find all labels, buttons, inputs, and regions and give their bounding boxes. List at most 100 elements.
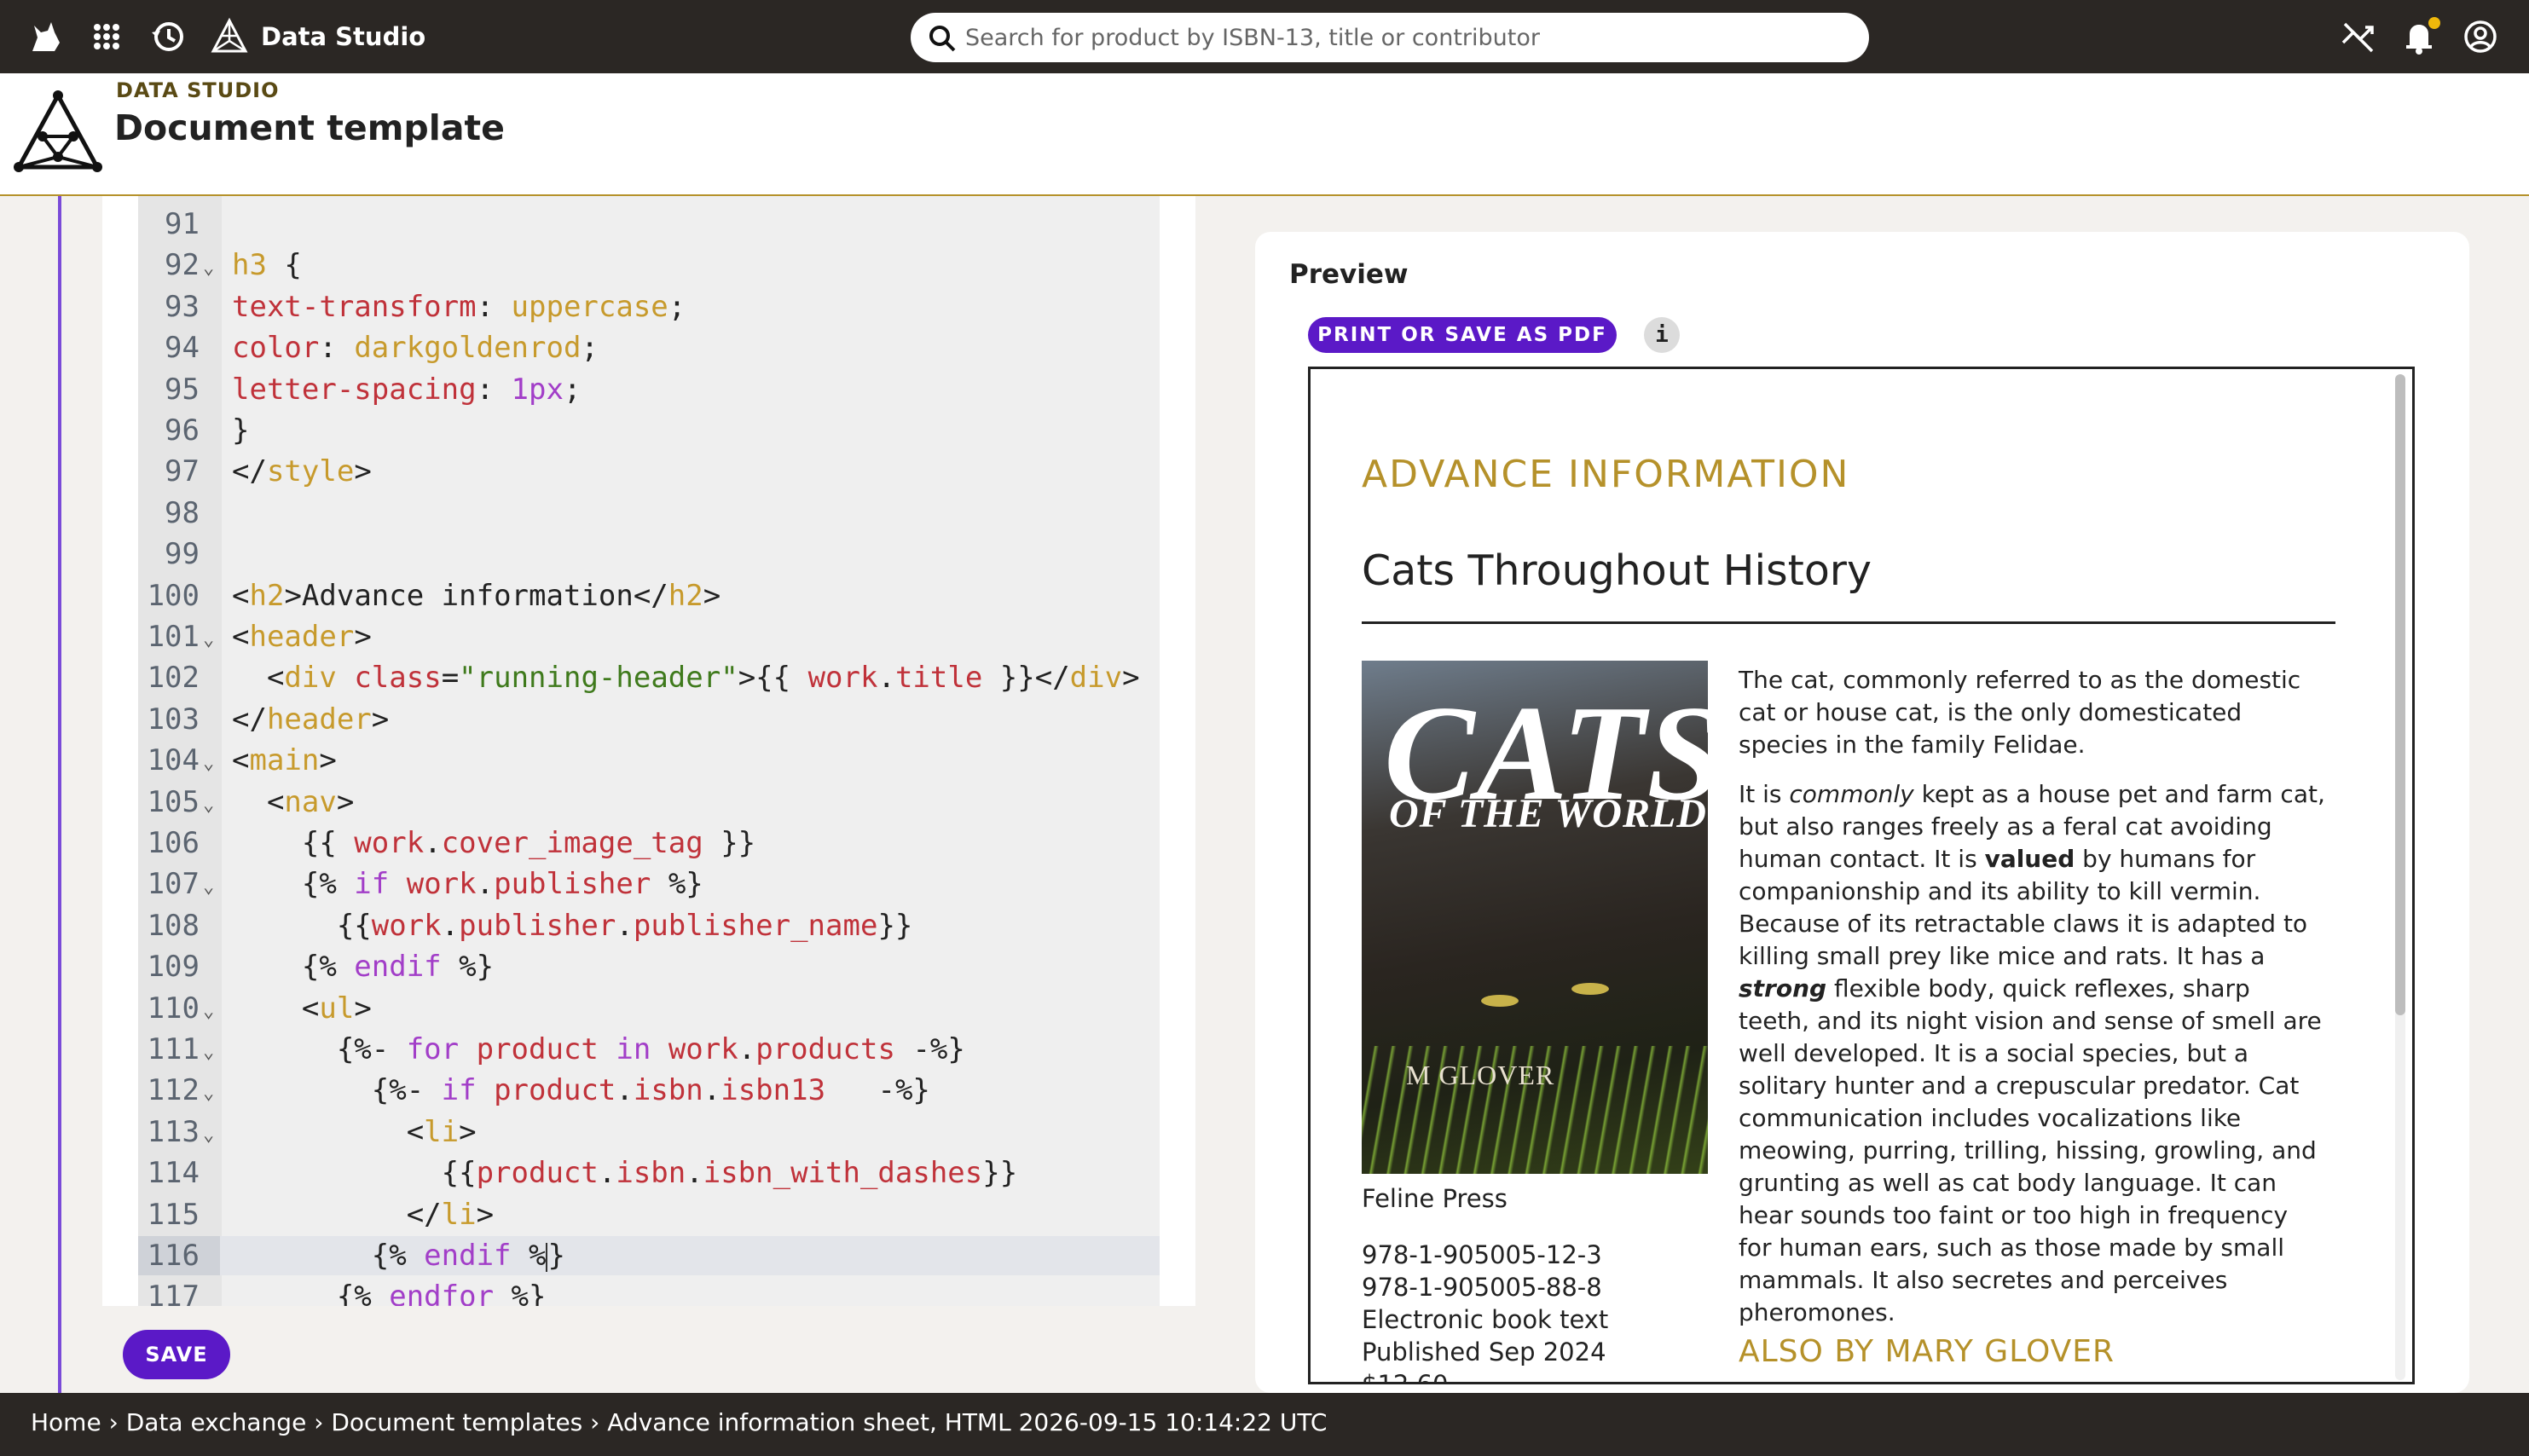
breadcrumb-bar: Home › Data exchange › Document template… [0, 1393, 2529, 1456]
price-text: $12.60 [1362, 1370, 1449, 1384]
search-bar[interactable] [911, 13, 1869, 62]
fold-chevron-icon[interactable]: ⌄ [203, 786, 214, 825]
code-text: {% endif %} [232, 950, 495, 985]
description-paragraph: The cat, commonly referred to as the dom… [1739, 666, 2301, 759]
print-pdf-button[interactable]: PRINT OR SAVE AS PDF [1308, 317, 1617, 353]
code-text: letter-spacing: 1px; [232, 372, 582, 407]
breadcrumb-item[interactable]: Document templates [331, 1408, 582, 1436]
code-line[interactable]: 94 color: darkgoldenrod; [138, 328, 1160, 367]
fold-chevron-icon[interactable]: ⌄ [203, 621, 214, 660]
code-text: {% endif %} [232, 1239, 565, 1273]
code-text: <h2>Advance information</h2> [232, 578, 721, 613]
history-icon[interactable] [148, 17, 188, 56]
code-line[interactable]: 105 ⌄ <nav> [138, 783, 1160, 822]
code-line[interactable]: 106 {{ work.cover_image_tag }} [138, 823, 1160, 863]
code-line[interactable]: 112 ⌄ {%- if product.isbn.isbn13 -%} [138, 1071, 1160, 1110]
fold-chevron-icon[interactable]: ⌄ [203, 1033, 214, 1072]
code-text: <div class="running-header">{{ work.titl… [232, 661, 1140, 696]
search-input[interactable] [965, 20, 1852, 55]
code-line[interactable]: 113 ⌄ <li> [138, 1112, 1160, 1152]
code-line[interactable]: 111 ⌄ {%- for product in work.products -%… [138, 1030, 1160, 1069]
line-number: 114 [147, 1156, 200, 1191]
code-line[interactable]: 96} [138, 411, 1160, 450]
cover-author: M GLOVER [1406, 1060, 1555, 1090]
code-line[interactable]: 98 [138, 494, 1160, 533]
code-line[interactable]: 107 ⌄ {% if work.publisher %} [138, 864, 1160, 904]
save-area [102, 1306, 1195, 1393]
line-number: 94 [165, 331, 200, 366]
code-text: color: darkgoldenrod; [232, 331, 599, 366]
fold-chevron-icon[interactable]: ⌄ [203, 1116, 214, 1155]
code-text: </style> [232, 454, 372, 489]
preview-scrollbar-thumb[interactable] [2395, 374, 2405, 1015]
fold-chevron-icon[interactable]: ⌄ [203, 744, 214, 783]
code-line[interactable]: 91 [138, 205, 1160, 244]
code-line[interactable]: 114 {{product.isbn.isbn_with_dashes}} [138, 1153, 1160, 1193]
save-button[interactable]: SAVE [123, 1330, 230, 1379]
code-line[interactable]: 110 ⌄ <ul> [138, 989, 1160, 1028]
isbn-item: 978-1-905005-88-8 [1362, 1273, 1602, 1302]
code-text: </li> [232, 1197, 495, 1232]
code-line[interactable]: 100 <h2>Advance information</h2> [138, 576, 1160, 615]
code-text: {% if work.publisher %} [232, 867, 703, 902]
line-number: 111 [147, 1032, 200, 1066]
code-text: {{ work.cover_image_tag }} [232, 826, 756, 860]
line-number: 117 [147, 1280, 200, 1306]
data-studio-logo-icon[interactable] [210, 17, 249, 56]
line-number: 100 [147, 578, 200, 613]
code-line[interactable]: 99 [138, 534, 1160, 574]
code-line[interactable]: 109 {% endif %} [138, 947, 1160, 986]
cat-eye [1571, 983, 1609, 995]
code-text: h3 { [232, 248, 302, 283]
code-line[interactable]: 95 letter-spacing: 1px; [138, 370, 1160, 409]
data-studio-logo-icon [14, 90, 102, 172]
app-title[interactable]: Data Studio [261, 22, 425, 51]
line-number: 95 [165, 372, 200, 407]
line-number: 97 [165, 454, 200, 489]
sync-off-icon[interactable] [2338, 17, 2377, 56]
fold-chevron-icon[interactable]: ⌄ [203, 1074, 214, 1113]
code-line[interactable]: 116 {% endif %} [138, 1236, 1160, 1275]
code-line[interactable]: 108 {{work.publisher.publisher_name}} [138, 906, 1160, 945]
book-cover-image: CATS OF THE WORLD M GLOVER [1362, 661, 1708, 1174]
left-accent-line [58, 196, 61, 1393]
info-button[interactable]: i [1644, 317, 1680, 353]
code-line[interactable]: 92 ⌄ h3 { [138, 246, 1160, 285]
doc-divider [1362, 621, 2335, 624]
breadcrumb-item[interactable]: Data exchange [126, 1408, 307, 1436]
code-line[interactable]: 115 </li> [138, 1195, 1160, 1234]
breadcrumb-item[interactable]: Home [31, 1408, 101, 1436]
code-line[interactable]: 102 <div class="running-header">{{ work.… [138, 658, 1160, 697]
breadcrumb: Home › Data exchange › Document template… [31, 1408, 1327, 1436]
fold-chevron-icon[interactable]: ⌄ [203, 992, 214, 1031]
code-line[interactable]: 93 text-transform: uppercase; [138, 287, 1160, 326]
code-line[interactable]: 97 </style> [138, 452, 1160, 491]
account-icon[interactable] [2461, 17, 2500, 56]
code-text: <main> [232, 743, 337, 778]
code-line[interactable]: 101 ⌄ <header> [138, 617, 1160, 656]
line-number: 92 [165, 248, 200, 283]
also-by-heading: ALSO BY MARY GLOVER [1739, 1334, 2115, 1369]
page-header: DATA STUDIO Document template [0, 73, 2529, 196]
code-editor[interactable]: 91 92 ⌄ h3 {93 text-transform: uppercase; 94 c… [138, 196, 1160, 1306]
line-number: 108 [147, 908, 200, 943]
preview-frame[interactable]: ADVANCE INFORMATION Cats Throughout Hist… [1308, 367, 2415, 1384]
header-eyebrow: DATA STUDIO [116, 78, 280, 102]
code-text: <li> [232, 1114, 477, 1149]
fold-chevron-icon[interactable]: ⌄ [203, 249, 214, 288]
cat-logo-icon[interactable] [26, 17, 65, 56]
line-number: 115 [147, 1197, 200, 1232]
apps-grid-icon[interactable] [87, 17, 126, 56]
published-date: Published Sep 2024 [1362, 1338, 1606, 1366]
code-line[interactable]: 103 </header> [138, 700, 1160, 739]
line-number: 112 [147, 1073, 200, 1108]
fold-chevron-icon[interactable]: ⌄ [203, 868, 214, 907]
code-text: {{product.isbn.isbn_with_dashes}} [232, 1156, 1018, 1191]
code-line[interactable]: 104 ⌄ <main> [138, 741, 1160, 780]
search-icon [929, 26, 956, 52]
line-number: 101 [147, 620, 200, 654]
line-number: 99 [165, 537, 200, 572]
line-number: 116 [138, 1236, 220, 1275]
code-line[interactable]: 117 {% endfor %} [138, 1277, 1160, 1306]
code-text: {%- for product in work.products -%} [232, 1032, 965, 1066]
